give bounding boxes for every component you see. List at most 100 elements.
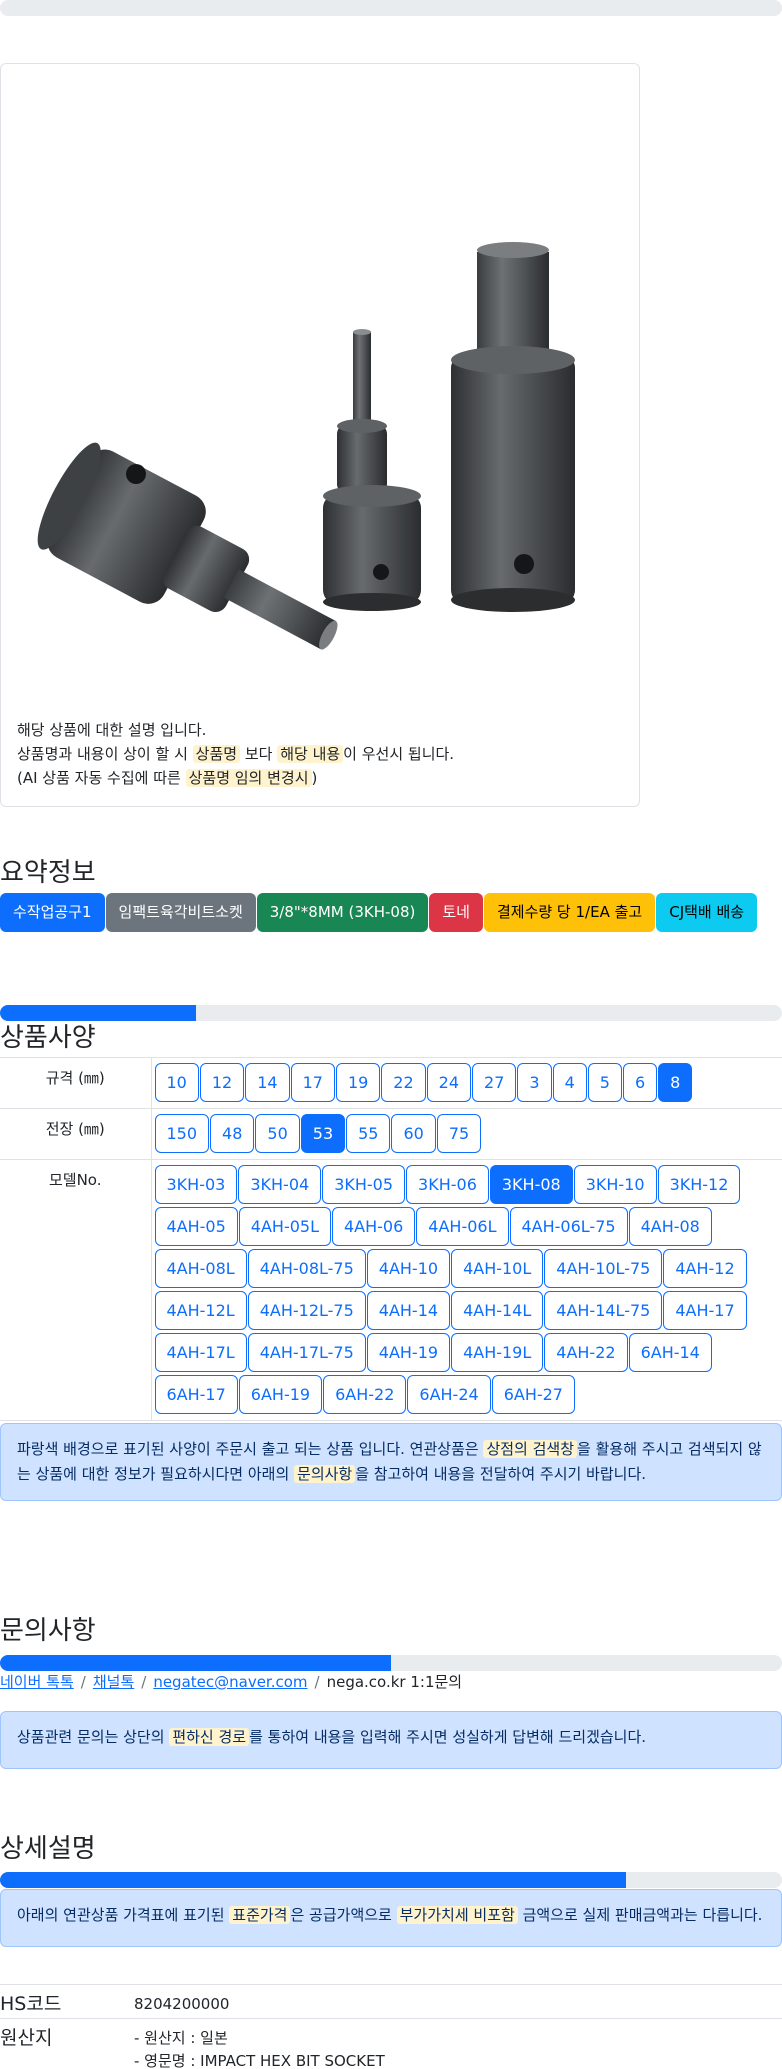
spec-row-size: 규격 (㎜) 10 12 14 17 19 22 24 27 3 4 5 6 8: [0, 1057, 782, 1109]
inquiry-alert: 상품관련 문의는 상단의 편하신 경로 를 통하여 내용을 입력해 주시면 성실하…: [0, 1711, 782, 1769]
notice-text: 상품명과 내용이 상이 할 시: [17, 745, 193, 763]
spec-option-button[interactable]: 4AH-10L: [451, 1249, 544, 1288]
spec-option-button[interactable]: 4AH-17: [663, 1291, 747, 1330]
spec-option-button[interactable]: 4AH-05L: [238, 1207, 331, 1246]
spec-option-button[interactable]: 3KH-05: [322, 1165, 406, 1204]
spec-option-button[interactable]: 4AH-06L-75: [509, 1207, 628, 1246]
spec-option-button[interactable]: 3KH-12: [657, 1165, 741, 1204]
spec-option-button[interactable]: 19: [335, 1063, 381, 1102]
spec-option-button[interactable]: 50: [255, 1114, 300, 1153]
model-options: 3KH-03 3KH-04 3KH-05 3KH-06 3KH-08 3KH-10 3KH-…: [154, 1165, 780, 1417]
spec-option-button[interactable]: 3KH-04: [238, 1165, 322, 1204]
spec-option-button[interactable]: 3KH-08: [489, 1165, 573, 1204]
delivery-badge: CJ택배 배송: [656, 893, 758, 932]
spec-option-button[interactable]: 6AH-19: [238, 1375, 323, 1414]
spec-option-button[interactable]: 3: [517, 1063, 552, 1102]
alert-highlight: 편하신 경로: [169, 1728, 250, 1746]
spec-option-button[interactable]: 4AH-14L: [451, 1291, 544, 1330]
spec-option-button[interactable]: 12: [199, 1063, 245, 1102]
product-notice: 해당 상품에 대한 설명 입니다. 상품명과 내용이 상이 할 시 상품명 보다…: [17, 718, 454, 790]
detail-title: 상세설명: [0, 1834, 96, 1864]
spec-title: 상품사양: [0, 1023, 96, 1053]
product-type-badge: 임팩트육각비트소켓: [105, 893, 256, 932]
spec-option-button[interactable]: 24: [426, 1063, 472, 1102]
spec-option-button[interactable]: 6AH-22: [323, 1375, 407, 1414]
detail-progress-bar: [0, 1872, 782, 1888]
separator: /: [80, 1673, 86, 1691]
shipping-qty-badge: 결제수량 당 1/EA 출고: [483, 893, 656, 932]
spec-option-button[interactable]: 4AH-12L: [154, 1291, 247, 1330]
spec-option-button[interactable]: 6: [622, 1063, 658, 1102]
email-link[interactable]: negatec@naver.com: [153, 1673, 307, 1691]
origin-label: 원산지: [0, 2027, 53, 2049]
spec-option-button[interactable]: 4AH-14L-75: [544, 1291, 663, 1330]
spec-option-button[interactable]: 150: [154, 1114, 210, 1153]
spec-option-button[interactable]: 4AH-22: [544, 1333, 628, 1372]
notice-highlight: 상품명 임의 변경시: [185, 769, 312, 787]
spec-option-button[interactable]: 14: [245, 1063, 290, 1102]
spec-option-button[interactable]: 3KH-03: [154, 1165, 238, 1204]
alert-highlight: 상점의 검색창: [483, 1440, 578, 1458]
spec-option-button[interactable]: 6AH-24: [407, 1375, 491, 1414]
detail-price-alert: 아래의 연관상품 가격표에 표기된 표준가격 은 공급가액으로 부가가치세 비포함…: [0, 1889, 782, 1947]
spec-option-button[interactable]: 8: [658, 1063, 693, 1102]
spec-option-button[interactable]: 10: [154, 1063, 199, 1102]
size-badge: 3/8"*8MM (3KH-08): [256, 893, 429, 932]
product-image-card: 해당 상품에 대한 설명 입니다. 상품명과 내용이 상이 할 시 상품명 보다…: [0, 63, 640, 807]
spec-option-button[interactable]: 55: [346, 1114, 391, 1153]
spec-option-button[interactable]: 27: [472, 1063, 517, 1102]
spec-option-button[interactable]: 4AH-08L: [154, 1249, 247, 1288]
notice-highlight: 상품명: [192, 745, 241, 763]
channel-talk-link[interactable]: 채널톡: [93, 1673, 134, 1691]
spec-option-button[interactable]: 4AH-12L-75: [247, 1291, 366, 1330]
spec-option-button[interactable]: 6AH-17: [154, 1375, 238, 1414]
spec-option-button[interactable]: 4AH-06L: [416, 1207, 509, 1246]
spec-option-button[interactable]: 4AH-12: [663, 1249, 747, 1288]
spec-option-button[interactable]: 4AH-19: [366, 1333, 451, 1372]
inquiry-title: 문의사항: [0, 1616, 96, 1646]
top-progress-bar: [0, 0, 782, 16]
spec-option-button[interactable]: 60: [391, 1114, 436, 1153]
inquiry-progress-bar: [0, 1655, 782, 1671]
spec-label: 모델No.: [0, 1159, 152, 1421]
spec-option-button[interactable]: 3KH-10: [573, 1165, 657, 1204]
spec-row-model: 모델No. 3KH-03 3KH-04 3KH-05 3KH-06 3KH-08 3KH-…: [0, 1159, 782, 1421]
spec-option-button[interactable]: 4AH-17L-75: [247, 1333, 366, 1372]
spec-progress-bar: [0, 1005, 782, 1021]
spec-row-length: 전장 (㎜) 150 48 50 53 55 60 75: [0, 1108, 782, 1160]
spec-option-button[interactable]: 75: [436, 1114, 482, 1153]
spec-option-button[interactable]: 4AH-19L: [451, 1333, 544, 1372]
spec-option-button[interactable]: 53: [300, 1114, 346, 1153]
hs-code-label: HS코드: [0, 1993, 62, 2015]
spec-option-button[interactable]: 5: [587, 1063, 622, 1102]
alert-text: 아래의 연관상품 가격표에 표기된: [17, 1906, 230, 1924]
spec-option-button[interactable]: 48: [210, 1114, 255, 1153]
spec-option-button[interactable]: 4AH-10: [366, 1249, 451, 1288]
spec-option-button[interactable]: 22: [381, 1063, 426, 1102]
separator: /: [314, 1673, 320, 1691]
notice-highlight: 해당 내용: [277, 745, 344, 763]
spec-option-button[interactable]: 17: [290, 1063, 335, 1102]
notice-line-1: 해당 상품에 대한 설명 입니다.: [17, 721, 207, 739]
origin-english-name: - 영문명 : IMPACT HEX BIT SOCKET: [134, 2052, 385, 2069]
site-inquiry-text: nega.co.kr 1:1문의: [326, 1673, 463, 1691]
spec-option-button[interactable]: 4AH-10L-75: [544, 1249, 663, 1288]
spec-option-button[interactable]: 3KH-06: [406, 1165, 489, 1204]
alert-highlight: 문의사항: [294, 1465, 356, 1483]
origin-country: - 원산지 : 일본: [134, 2029, 228, 2047]
spec-option-button[interactable]: 4AH-05: [154, 1207, 238, 1246]
category-badge: 수작업공구1: [0, 893, 105, 932]
naver-talk-link[interactable]: 네이버 톡톡: [0, 1673, 74, 1691]
spec-option-button[interactable]: 4AH-14: [366, 1291, 451, 1330]
alert-text: 금액으로 실제 판매금액과는 다릅니다.: [517, 1906, 763, 1924]
spec-option-button[interactable]: 6AH-14: [628, 1333, 712, 1372]
alert-text: 를 통하여 내용을 입력해 주시면 성실하게 답변해 드리겠습니다.: [249, 1728, 647, 1746]
spec-option-button[interactable]: 4AH-17L: [154, 1333, 247, 1372]
spec-option-button[interactable]: 4: [552, 1063, 587, 1102]
spec-option-button[interactable]: 4AH-08L-75: [247, 1249, 366, 1288]
hs-code-value: 8204200000: [134, 1995, 230, 2013]
spec-option-button[interactable]: 4AH-06: [332, 1207, 416, 1246]
spec-option-button[interactable]: 4AH-08: [628, 1207, 712, 1246]
size-options: 10 12 14 17 19 22 24 27 3 4 5 6 8: [154, 1063, 780, 1105]
spec-option-button[interactable]: 6AH-27: [491, 1375, 575, 1414]
